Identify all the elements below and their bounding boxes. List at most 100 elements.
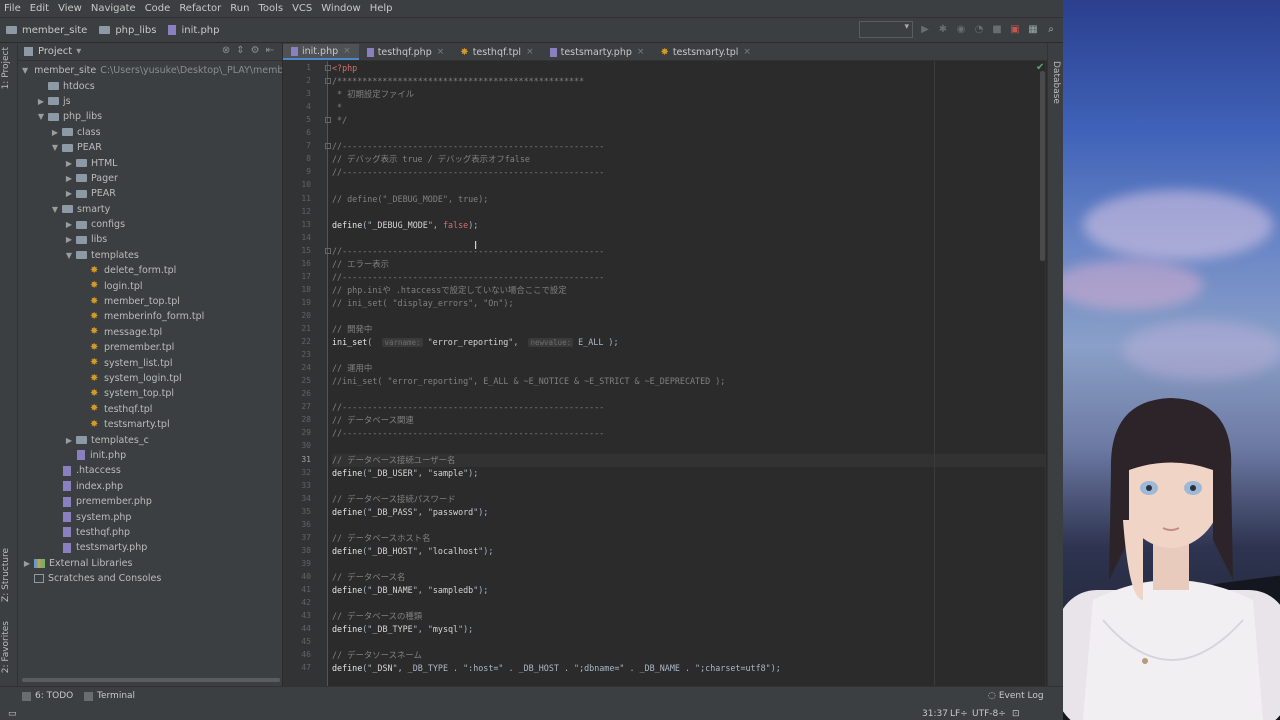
menu-item-code[interactable]: Code <box>141 3 176 14</box>
code-line[interactable]: define("_DSN", _DB_TYPE . ":host=" . _DB… <box>332 662 781 675</box>
breadcrumb-folder[interactable]: php_libs <box>93 25 162 36</box>
tree-item[interactable]: ▼ php_libs <box>18 109 282 124</box>
line-number-gutter[interactable]: 1 2 3 4 5 6 7 8 9 10 11 12 13 14 15 16 17 18 19 20 21 22 23 24 2… <box>283 61 331 686</box>
todo-tool-tab[interactable]: 6: TODO <box>22 691 73 701</box>
chevron-right-icon[interactable]: ▶ <box>64 235 74 244</box>
stop-icon[interactable]: ■ <box>991 24 1003 36</box>
close-icon[interactable]: × <box>526 47 534 57</box>
tree-item[interactable]: ▶ templates_c <box>18 432 282 447</box>
chevron-down-icon[interactable]: ▼ <box>50 205 60 214</box>
code-line[interactable]: define("_DB_PASS", "password"); <box>332 506 488 519</box>
tree-item[interactable]: ▶ External Libraries <box>18 556 282 571</box>
code-line[interactable]: // データベース関連 <box>332 414 414 427</box>
tree-item[interactable]: testhqf.php <box>18 525 282 540</box>
fold-marker-icon[interactable] <box>325 143 331 150</box>
debug-icon[interactable]: ✱ <box>937 24 949 36</box>
terminal-tool-tab[interactable]: Terminal <box>84 691 135 701</box>
menu-item-edit[interactable]: Edit <box>26 3 54 14</box>
project-panel-title[interactable]: Project <box>38 46 72 57</box>
chevron-down-icon[interactable]: ▾ <box>76 46 81 57</box>
tree-item[interactable]: ▶ configs <box>18 217 282 232</box>
editor-tab[interactable]: testhqf.php × <box>359 44 453 60</box>
collapse-all-icon[interactable]: ⇕ <box>236 45 244 56</box>
chevron-right-icon[interactable]: ▶ <box>50 128 60 137</box>
close-icon[interactable]: × <box>437 47 445 57</box>
tree-item[interactable]: ✸ system_login.tpl <box>18 371 282 386</box>
code-line[interactable]: //--------------------------------------… <box>332 271 604 284</box>
vcs-icon[interactable]: ▣ <box>1009 24 1021 36</box>
file-encoding[interactable]: UTF-8÷ <box>972 709 1006 719</box>
caret-position[interactable]: 31:37 <box>922 709 948 719</box>
code-line[interactable]: // define("_DEBUG_MODE", true); <box>332 193 488 206</box>
tree-item[interactable]: ▶ class <box>18 125 282 140</box>
code-line[interactable]: // php.iniや .htaccessで設定していない場合ここで設定 <box>332 284 567 297</box>
code-line[interactable]: define("_DB_NAME", "sampledb"); <box>332 584 488 597</box>
code-line[interactable]: //--------------------------------------… <box>332 245 604 258</box>
code-line[interactable]: // データベースホスト名 <box>332 532 430 545</box>
tree-item[interactable]: system.php <box>18 509 282 524</box>
search-icon[interactable]: ⌕ <box>1045 24 1057 36</box>
tree-item[interactable]: ▶ js <box>18 94 282 109</box>
tree-item[interactable]: ✸ testsmarty.tpl <box>18 417 282 432</box>
fold-marker-icon[interactable] <box>325 117 331 124</box>
code-line[interactable]: // 開発中 <box>332 323 372 336</box>
menu-item-navigate[interactable]: Navigate <box>87 3 141 14</box>
code-line[interactable]: //--------------------------------------… <box>332 166 604 179</box>
scrollbar-thumb[interactable] <box>1040 71 1045 261</box>
tree-item[interactable]: ✸ system_list.tpl <box>18 355 282 370</box>
close-icon[interactable]: × <box>743 47 751 57</box>
fold-marker-icon[interactable] <box>325 65 331 71</box>
editor-tab[interactable]: testsmarty.php × <box>542 44 653 60</box>
menu-item-file[interactable]: File <box>0 3 26 14</box>
tree-item[interactable]: ▼ smarty <box>18 202 282 217</box>
code-line[interactable]: define("_DB_HOST", "localhost"); <box>332 545 493 558</box>
chevron-right-icon[interactable]: ▶ <box>22 559 32 568</box>
fold-marker-icon[interactable] <box>325 78 331 85</box>
run-configuration-select[interactable] <box>859 21 913 38</box>
fold-marker-icon[interactable] <box>325 247 331 254</box>
tree-item[interactable]: ▼ PEAR <box>18 140 282 155</box>
tree-item[interactable]: htdocs <box>18 78 282 93</box>
tree-item[interactable]: ✸ message.tpl <box>18 325 282 340</box>
chevron-right-icon[interactable]: ▶ <box>64 159 74 168</box>
favorites-tool-tab[interactable]: 2: Favorites <box>1 621 11 673</box>
menu-item-run[interactable]: Run <box>226 3 254 14</box>
menu-item-tools[interactable]: Tools <box>254 3 288 14</box>
tree-item[interactable]: init.php <box>18 448 282 463</box>
tree-item[interactable]: ✸ member_top.tpl <box>18 294 282 309</box>
code-line[interactable]: * 初期設定ファイル <box>332 88 414 101</box>
tree-item[interactable]: premember.php <box>18 494 282 509</box>
code-line[interactable]: //--------------------------------------… <box>332 401 604 414</box>
line-separator[interactable]: LF÷ <box>950 709 968 719</box>
project-tool-tab[interactable]: 1: Project <box>1 47 11 89</box>
code-line[interactable]: // 運用中 <box>332 362 372 375</box>
tree-item[interactable]: ▼ member_site C:\Users\yusuke\Desktop\_PLA… <box>18 63 282 78</box>
database-tool-tab[interactable]: Database <box>1051 61 1061 104</box>
structure-icon[interactable]: ▦ <box>1027 24 1039 36</box>
layout-icon[interactable]: ▭ <box>8 709 17 719</box>
menu-item-view[interactable]: View <box>54 3 87 14</box>
code-line[interactable]: // ini_set( "display_errors", "On"); <box>332 297 514 310</box>
close-icon[interactable]: × <box>637 47 645 57</box>
code-line[interactable]: * <box>332 101 342 114</box>
code-line[interactable]: // データベース接続ユーザー名 <box>332 454 455 467</box>
chevron-right-icon[interactable]: ▶ <box>64 189 74 198</box>
breadcrumb-project[interactable]: member_site <box>0 25 93 36</box>
tree-item[interactable]: ✸ premember.tpl <box>18 340 282 355</box>
tree-item[interactable]: index.php <box>18 479 282 494</box>
menu-item-help[interactable]: Help <box>366 3 398 14</box>
tree-item[interactable]: Scratches and Consoles <box>18 571 282 586</box>
project-tree[interactable]: ▼ member_site C:\Users\yusuke\Desktop\_PLA… <box>18 63 282 586</box>
code-line[interactable]: */ <box>332 114 347 127</box>
code-area[interactable]: <?php /**********************************… <box>332 61 1045 686</box>
code-line[interactable]: // データベース接続パスワード <box>332 493 456 506</box>
profile-icon[interactable]: ◔ <box>973 24 985 36</box>
coverage-icon[interactable]: ◉ <box>955 24 967 36</box>
chevron-right-icon[interactable]: ▶ <box>36 97 46 106</box>
lock-icon[interactable]: ⊡ <box>1012 709 1020 719</box>
code-line[interactable]: // データベース名 <box>332 571 405 584</box>
chevron-right-icon[interactable]: ▶ <box>64 436 74 445</box>
run-icon[interactable]: ▶ <box>919 24 931 36</box>
tree-item[interactable]: ✸ system_top.tpl <box>18 386 282 401</box>
tree-item[interactable]: ✸ testhqf.tpl <box>18 402 282 417</box>
